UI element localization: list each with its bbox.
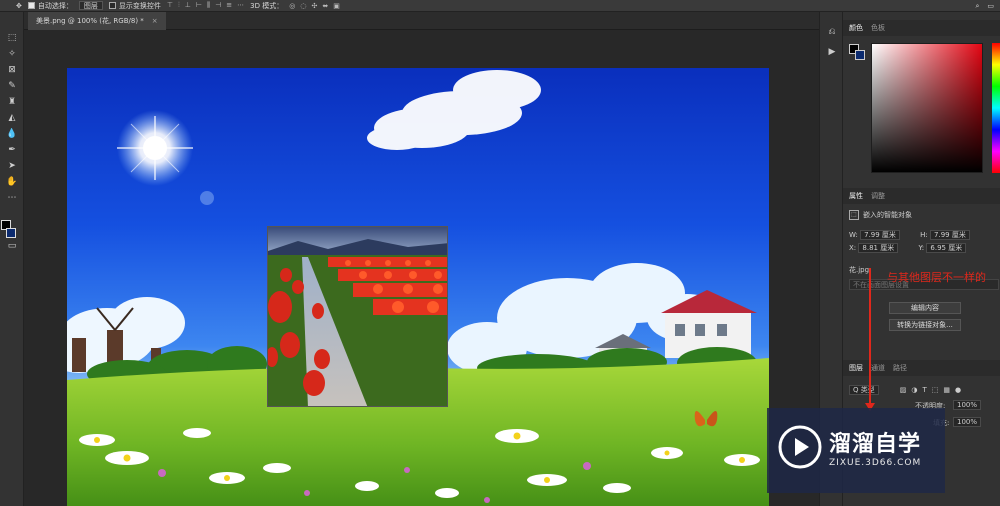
watermark: 溜溜自学 ZIXUE.3D66.COM — [767, 408, 945, 493]
transform-controls-label: 显示变换控件 — [118, 1, 161, 10]
properties-panel-tabs: 属性 调整 — [843, 188, 1000, 204]
move-tool-icon[interactable]: ✥ — [16, 2, 22, 10]
panel-background-swatch[interactable] — [855, 50, 865, 60]
tools-panel: ⬚ ✧ ⊠ ✎ ♜ ◭ 💧 ✒ ➤ ✋ ⋯ ▭ — [0, 12, 24, 506]
smart-filter-icon[interactable]: ▦ — [943, 386, 950, 394]
smart-object-row: ⬚ 嵌入的智能对象 — [849, 210, 912, 220]
height-field[interactable]: 7.99 厘米 — [930, 230, 970, 240]
align-bottom-icon[interactable]: ⊥ — [185, 1, 191, 10]
align-center-icon[interactable]: ⫼ — [207, 1, 210, 10]
h-label: H: — [920, 231, 928, 239]
distribute-icon[interactable]: ≡ — [226, 1, 232, 10]
more-tools-icon[interactable]: ⋯ — [6, 192, 18, 204]
document-image — [67, 68, 769, 506]
pixel-filter-icon[interactable]: ▨ — [900, 386, 907, 394]
color-picker-field[interactable] — [871, 43, 983, 173]
eyedropper-icon[interactable]: ✎ — [6, 80, 18, 92]
screen-mode-icon[interactable]: ▭ — [6, 240, 18, 252]
3d-scale-icon[interactable]: ▣ — [333, 2, 340, 10]
edit-contents-button[interactable]: 编辑内容 — [889, 302, 961, 314]
stamp-tool-icon[interactable]: ♜ — [6, 96, 18, 108]
hand-tool-icon[interactable]: ✋ — [6, 176, 18, 188]
align-top-icon[interactable]: ⊤ — [167, 1, 173, 10]
width-field[interactable]: 7.99 厘米 — [860, 230, 900, 240]
checkbox-box — [108, 2, 116, 9]
y-field[interactable]: 6.95 厘米 — [926, 243, 967, 253]
type-filter-icon[interactable]: T — [922, 386, 926, 394]
options-bar: ✥ 自动选择： 图层 显示变换控件 ⊤ ⫶ ⊥ ⊢ ⫼ ⊣ ≡ ⋯ 3D 模式：… — [0, 0, 1000, 12]
3d-slide-icon[interactable]: ⬌ — [322, 2, 328, 10]
3d-icons: ◎ ◌ ✣ ⬌ ▣ — [289, 2, 340, 10]
auto-select-label: 自动选择： — [37, 1, 73, 10]
optbar-right: ⌕ ▭ — [975, 0, 994, 12]
w-label: W: — [849, 231, 858, 239]
tab-layers[interactable]: 图层 — [849, 363, 863, 373]
checkbox-box — [27, 2, 35, 9]
background-color-swatch[interactable] — [6, 228, 16, 238]
opacity-field[interactable]: 100% — [953, 400, 982, 410]
photoshop-window: ✥ 自动选择： 图层 显示变换控件 ⊤ ⫶ ⊥ ⊢ ⫼ ⊣ ≡ ⋯ 3D 模式：… — [0, 0, 1000, 506]
tulip-field-art — [268, 227, 447, 406]
tab-channels[interactable]: 通道 — [871, 363, 885, 373]
watermark-logo-icon — [778, 425, 822, 469]
close-tab-icon[interactable]: × — [152, 17, 158, 25]
kind-filter-dropdown[interactable]: Q 类型 — [849, 385, 879, 395]
tab-color[interactable]: 颜色 — [849, 23, 863, 33]
tab-paths[interactable]: 路径 — [893, 363, 907, 373]
document-tab-title: 美景.png @ 100% (花, RGB/8) * — [36, 17, 144, 25]
selection-arrow-icon[interactable]: ➤ — [6, 160, 18, 172]
eraser-icon[interactable]: ◭ — [6, 112, 18, 124]
canvas-area[interactable] — [24, 30, 819, 506]
auto-select-checkbox[interactable]: 自动选择： — [27, 1, 73, 11]
hue-slider[interactable] — [992, 43, 1000, 173]
document-tab[interactable]: 美景.png @ 100% (花, RGB/8) * × — [28, 12, 166, 30]
convert-to-linked-button[interactable]: 转换为链接对象... — [889, 319, 961, 331]
annotation-text: 与其他图层不一样的 — [887, 271, 986, 284]
filter-toggle-icon[interactable]: ● — [955, 386, 961, 394]
tab-adjustments[interactable]: 调整 — [871, 191, 885, 201]
magic-wand-icon[interactable]: ✧ — [6, 48, 18, 60]
tulip-smart-object[interactable] — [267, 226, 448, 407]
align-icons: ⊤ ⫶ ⊥ ⊢ ⫼ ⊣ ≡ ⋯ — [167, 1, 244, 10]
3d-roll-icon[interactable]: ◌ — [300, 2, 306, 10]
3d-pan-icon[interactable]: ✣ — [311, 2, 317, 10]
x-label: X: — [849, 244, 857, 252]
smart-object-icon: ⬚ — [849, 210, 859, 220]
workspace-icon[interactable]: ▭ — [987, 2, 994, 10]
fill-field[interactable]: 100% — [953, 417, 982, 427]
play-icon[interactable]: ▶ — [826, 46, 838, 58]
marquee-tool-icon[interactable]: ⬚ — [6, 32, 18, 44]
align-right-icon[interactable]: ⊣ — [215, 1, 221, 10]
3d-orbit-icon[interactable]: ◎ — [289, 2, 295, 10]
more-icon[interactable]: ⋯ — [237, 1, 244, 10]
history-icon[interactable]: ⎌ — [826, 26, 838, 38]
tab-properties[interactable]: 属性 — [849, 191, 863, 201]
blur-tool-icon[interactable]: 💧 — [6, 128, 18, 140]
align-middle-icon[interactable]: ⫶ — [178, 1, 180, 10]
search-icon[interactable]: ⌕ — [975, 2, 979, 11]
watermark-title: 溜溜自学 — [829, 432, 922, 457]
pen-tool-icon[interactable]: ✒ — [6, 144, 18, 156]
watermark-subtitle: ZIXUE.3D66.COM — [829, 458, 922, 468]
color-panel-tabs: 颜色 色板 — [843, 20, 1000, 36]
y-label: Y: — [918, 244, 925, 252]
x-field[interactable]: 8.81 厘米 — [858, 243, 899, 253]
shape-filter-icon[interactable]: ⬚ — [932, 386, 939, 394]
transform-controls-checkbox[interactable]: 显示变换控件 — [108, 1, 161, 11]
smart-object-label: 嵌入的智能对象 — [863, 211, 912, 219]
crop-tool-icon[interactable]: ⊠ — [6, 64, 18, 76]
tab-swatches[interactable]: 色板 — [871, 23, 885, 33]
layers-panel-tabs: 图层 通道 路径 — [843, 360, 1000, 376]
size-row: W: 7.99 厘米 H: 7.99 厘米 — [849, 230, 970, 240]
cloud-top — [367, 70, 541, 150]
auto-select-target-dropdown[interactable]: 图层 — [78, 1, 103, 10]
layers-filter-bar: Q 类型 ▨ ◑ T ⬚ ▦ ● — [843, 383, 1000, 397]
adjustment-filter-icon[interactable]: ◑ — [911, 386, 917, 394]
position-row: X: 8.81 厘米 Y: 6.95 厘米 — [849, 243, 967, 253]
align-left-icon[interactable]: ⊢ — [196, 1, 202, 10]
file-name: 花.jpg — [849, 266, 870, 274]
3d-mode-label: 3D 模式： — [250, 1, 284, 10]
document-tabs: 美景.png @ 100% (花, RGB/8) * × — [24, 12, 819, 30]
annotation-line — [869, 268, 871, 410]
